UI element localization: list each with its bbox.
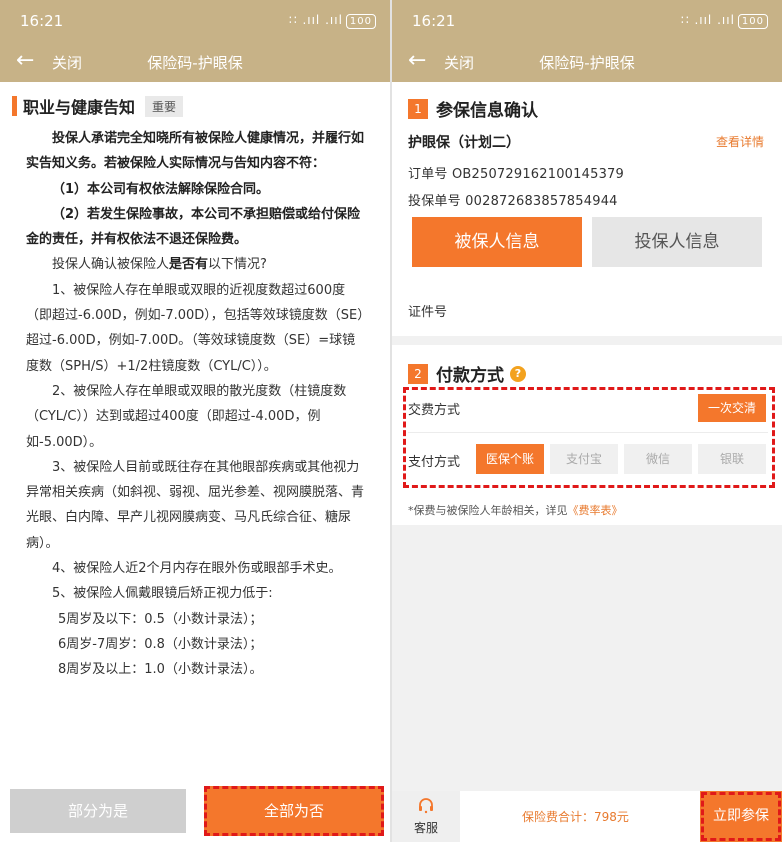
note-text: *保费与被保险人年龄相关，详见 [408,504,568,517]
vision-threshold-2: 6周岁-7周岁：0.8（小数计录法）； [58,636,263,652]
status-bar: 16:21 ∷ .ııl .ııl 100 [392,0,782,42]
pay-once-button[interactable]: 一次交清 [698,394,766,422]
condition-item-1: 1、被保险人存在单眼或双眼的近视度数超过600度（即超过-6.00D，例如-7.… [26,282,364,374]
notice-heading: 职业与健康告知 重要 [12,94,184,118]
right-screen: 16:21 ∷ .ııl .ııl 100 ← 关闭 保险码-护眼保 1 参保信息… [392,0,782,842]
policy-label: 投保单号 [408,194,461,209]
battery-icon: 100 [345,14,376,29]
rate-table-link[interactable]: 《费率表》 [568,504,623,517]
id-number-label: 证件号 [408,305,448,320]
notice-para-no-claim: （2）若发生保险事故，本公司不承担赔偿或给付保险金的责任，并有权依法不退还保险费… [26,206,361,248]
tab-applicant-info[interactable]: 投保人信息 [592,217,762,267]
order-value: OB250729162100145379 [451,167,624,182]
notice-title: 职业与健康告知 [23,98,136,117]
signal-icon: ∷ .ııl .ııl [681,13,735,27]
policy-info-card: 1 参保信息确认 [392,82,782,336]
condition-item-3: 3、被保险人目前或既往存在其他眼部疾病或其他视力异常相关疾病（如斜视、弱视、屈光… [26,459,365,551]
battery-icon: 100 [737,14,768,29]
premium-total: 保险费合计：798元 [522,810,629,824]
view-details-link[interactable]: 查看详情 [716,133,764,150]
fee-method-label: 交费方式 [408,403,461,418]
status-time: 16:21 [412,12,456,30]
left-screen: 16:21 ∷ .ııl .ııl 100 ← 关闭 保险码-护眼保 职业与健康告… [0,0,390,842]
question-post: 以下情况? [208,257,267,273]
section-number: 1 [408,98,428,119]
question-pre: 投保人确认被保险人 [52,257,170,273]
notice-para-terminate: （1）本公司有权依法解除保险合同。 [52,181,270,197]
nav-bar: ← 关闭 保险码-护眼保 [0,42,390,82]
notice-body: 投保人承诺完全知晓所有被保险人健康情况，并履行如实告知义务。若被保险人实际情况与… [26,126,366,683]
condition-item-5: 5、被保险人佩戴眼镜后矫正视力低于: [52,586,273,602]
policy-number: 投保单号 002872683857854944 [408,190,618,209]
status-icons: ∷ .ııl .ııl 100 [681,13,768,29]
tab-insured-info[interactable]: 被保人信息 [412,217,582,267]
policy-value: 002872683857854944 [465,194,618,209]
vision-threshold-3: 8周岁及以上：1.0（小数计录法）。 [58,662,263,678]
section-number: 2 [408,363,428,384]
page-title: 保险码-护眼保 [147,54,243,72]
row-separator [408,432,768,433]
service-label: 客服 [413,821,438,835]
enroll-now-button[interactable]: 立即参保 [700,791,782,842]
rate-note: *保费与被保险人年龄相关，详见《费率表》 [408,502,623,518]
order-label: 订单号 [408,167,448,182]
notice-para-commitment: 投保人承诺完全知晓所有被保险人健康情况，并履行如实告知义务。若被保险人实际情况与… [26,131,365,172]
pay-option-wechat[interactable]: 微信 [624,444,692,474]
vision-threshold-1: 5周岁及以下：0.5（小数计录法）； [58,611,263,627]
customer-service-button[interactable]: 客服 [392,791,460,842]
order-number: 订单号 OB250729162100145379 [408,163,624,182]
condition-item-2: 2、被保险人存在单眼或双眼的散光度数（柱镜度数（CYL/C））达到或超过400度… [26,383,347,450]
headset-icon [419,798,433,814]
notice-question: 投保人确认被保险人是否有以下情况? [26,252,366,277]
nav-bar: ← 关闭 保险码-护眼保 [392,42,782,82]
question-bold: 是否有 [169,257,209,273]
condition-item-4: 4、被保险人近2个月内存在眼外伤或眼部手术史。 [52,561,342,577]
pay-option-medical-account[interactable]: 医保个账 [476,444,544,474]
all-no-button[interactable]: 全部为否 [204,786,384,836]
partial-yes-button[interactable]: 部分为是 [10,789,186,833]
signal-icon: ∷ .ııl .ııl [289,13,343,27]
status-time: 16:21 [20,12,64,30]
section-heading-payment: 2 付款方式 ? [408,361,526,386]
section-heading-policy: 1 参保信息确认 [408,96,538,121]
section-title: 付款方式 [436,366,504,386]
payment-method-label: 支付方式 [408,455,461,470]
page-title: 保险码-护眼保 [539,54,635,72]
section-title: 参保信息确认 [436,101,538,121]
pay-option-unionpay[interactable]: 银联 [698,444,766,474]
status-icons: ∷ .ııl .ııl 100 [289,13,376,29]
help-icon[interactable]: ? [510,365,526,382]
status-bar: 16:21 ∷ .ııl .ııl 100 [0,0,390,42]
heading-accent-bar [12,96,17,116]
bottom-bar: 客服 保险费合计：798元 立即参保 [392,791,782,842]
important-tag: 重要 [145,95,184,117]
plan-name: 护眼保（计划二） [408,135,520,151]
pay-option-alipay[interactable]: 支付宝 [550,444,618,474]
